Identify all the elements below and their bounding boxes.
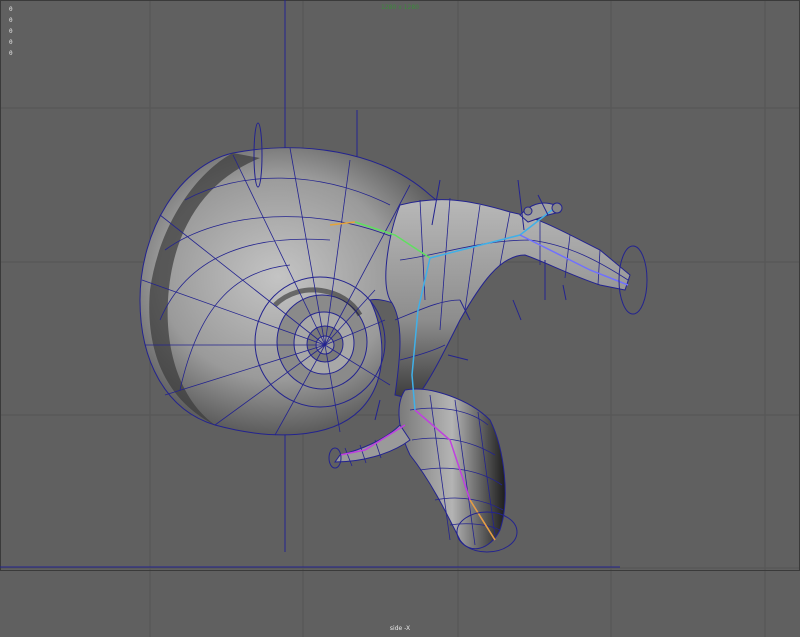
- camera-name-label: side -X: [389, 625, 411, 632]
- hud-poly-stats: 0 0 0 0 0: [9, 4, 13, 59]
- snail-body-mesh[interactable]: [385, 197, 631, 401]
- hud-stat-value: 0: [9, 17, 13, 24]
- side-viewport[interactable]: 0 0 0 0 0 1280 x 1280 side -X: [0, 0, 800, 637]
- eye-base-joint-icon[interactable]: [523, 206, 533, 216]
- eye-joint-icon[interactable]: [551, 202, 563, 214]
- snail-foot-mesh[interactable]: [334, 388, 506, 550]
- resolution-gate-label: 1280 x 1280: [381, 4, 419, 11]
- scene-canvas[interactable]: [0, 0, 800, 637]
- hud-stat-value: 0: [9, 50, 13, 57]
- hud-stat-value: 0: [9, 28, 13, 35]
- hud-stat-value: 0: [9, 39, 13, 46]
